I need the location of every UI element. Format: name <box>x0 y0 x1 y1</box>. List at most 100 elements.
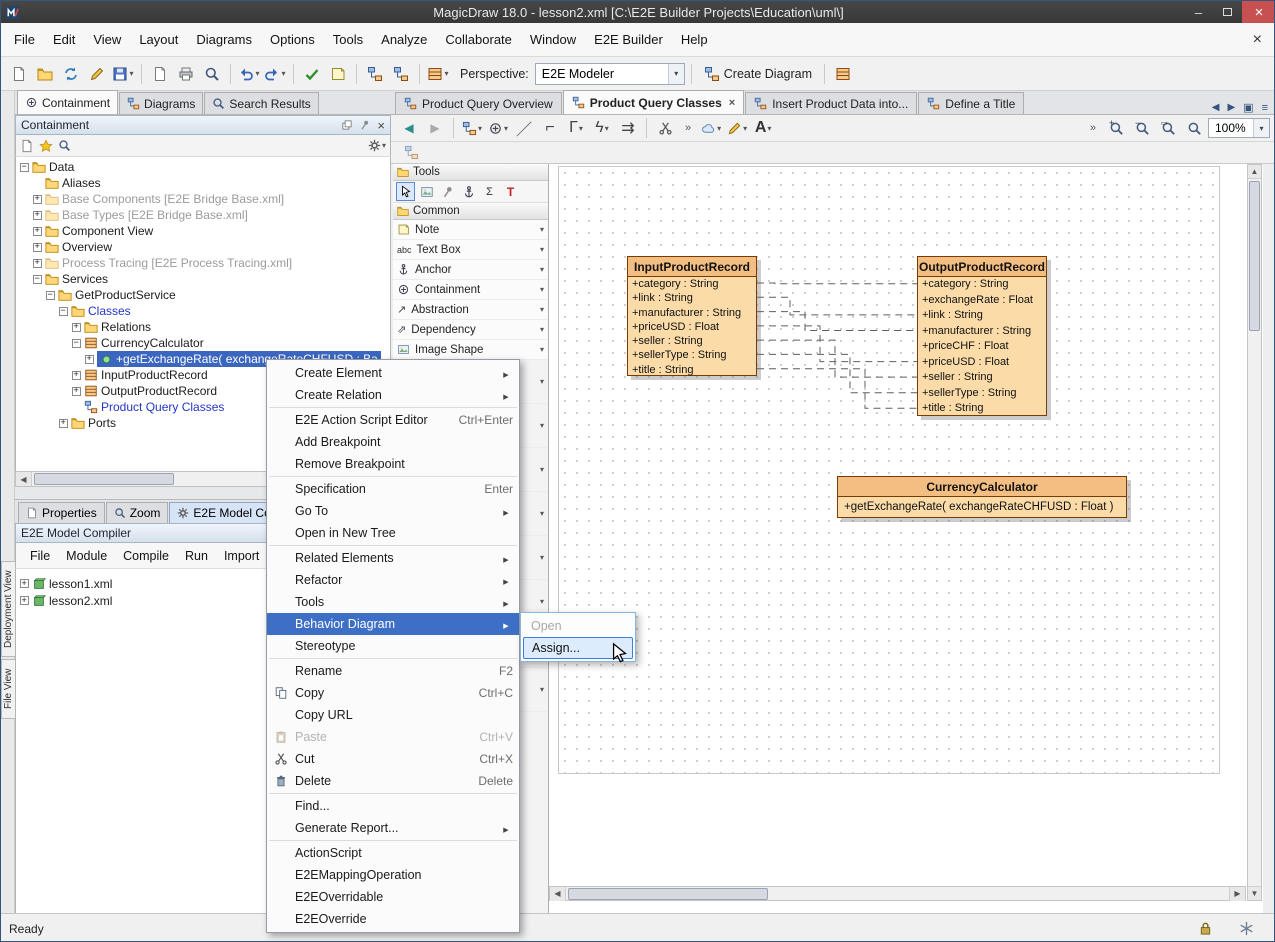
tree-item-aliases[interactable]: Aliases <box>16 175 390 191</box>
menu-item-actionscript[interactable]: ActionScript <box>267 842 519 864</box>
item-dropdown-icon[interactable] <box>540 597 544 606</box>
menu-item-behavior-diagram[interactable]: Behavior Diagram <box>267 613 519 635</box>
diagram-properties-icon[interactable] <box>399 141 423 165</box>
class-attribute[interactable]: +seller : String <box>918 370 1046 386</box>
expander-icon[interactable] <box>33 259 42 268</box>
float-panel-icon[interactable] <box>341 119 353 131</box>
quick-search-icon[interactable] <box>58 139 71 152</box>
menu-edit[interactable]: Edit <box>44 28 84 51</box>
expander-icon[interactable] <box>33 211 42 220</box>
item-dropdown-icon[interactable] <box>540 325 544 334</box>
undo-icon[interactable]: ▾ <box>237 62 261 86</box>
navigate-forward-icon[interactable]: ▶ <box>423 116 447 140</box>
snowflake-icon[interactable] <box>1239 921 1254 936</box>
lock-icon[interactable] <box>1198 921 1213 936</box>
expander-icon[interactable] <box>72 371 81 380</box>
menu-analyze[interactable]: Analyze <box>372 28 436 51</box>
tab-product-query-overview[interactable]: Product Query Overview <box>395 92 562 114</box>
zoom-fit-icon[interactable]: ▭ <box>1156 116 1180 140</box>
item-dropdown-icon[interactable] <box>540 421 544 430</box>
diagram-canvas[interactable]: InputProductRecord +category : String +l… <box>549 164 1263 913</box>
menu-item-cut[interactable]: CutCtrl+X <box>267 748 519 770</box>
menu-item-e2eoverridable[interactable]: E2EOverridable <box>267 886 519 908</box>
tree-item-getproductservice[interactable]: GetProductService <box>16 287 390 303</box>
menu-tools[interactable]: Tools <box>324 28 372 51</box>
class-inputproductrecord[interactable]: InputProductRecord +category : String +l… <box>627 256 757 376</box>
expander-icon[interactable] <box>20 579 29 588</box>
menu-collaborate[interactable]: Collaborate <box>436 28 521 51</box>
menu-item-e2e-action-script-editor[interactable]: E2E Action Script EditorCtrl+Enter <box>267 409 519 431</box>
title-bar[interactable]: MagicDraw 18.0 - lesson2.xml [C:\E2E Bui… <box>1 1 1275 23</box>
toolbar-overflow-icon[interactable]: » <box>685 122 691 134</box>
menu-help[interactable]: Help <box>672 28 717 51</box>
class-attribute[interactable]: +title : String <box>918 401 1046 417</box>
class-attribute[interactable]: +category : String <box>628 277 756 291</box>
canvas-horizontal-scrollbar[interactable]: ◀ ▶ <box>549 886 1246 901</box>
scroll-thumb[interactable] <box>1249 181 1260 331</box>
palette-item-containment[interactable]: Containment <box>393 280 548 300</box>
compiler-menu-compile[interactable]: Compile <box>115 546 177 566</box>
menu-item-rename[interactable]: RenameF2 <box>267 660 519 682</box>
menu-item-refactor[interactable]: Refactor <box>267 569 519 591</box>
class-attribute[interactable]: +link : String <box>628 291 756 305</box>
model-structure-icon[interactable] <box>363 62 387 86</box>
palette-item-image-shape[interactable]: Image Shape <box>393 340 548 360</box>
tree-item-currencycalculator[interactable]: CurrencyCalculator <box>16 335 390 351</box>
menu-item-create-element[interactable]: Create Element <box>267 362 519 384</box>
item-dropdown-icon[interactable] <box>540 245 544 254</box>
print-icon[interactable] <box>174 62 198 86</box>
class-name[interactable]: CurrencyCalculator <box>838 477 1126 497</box>
layers-icon[interactable] <box>831 62 855 86</box>
line-tool-icon[interactable]: ／ <box>512 116 536 140</box>
tab-diagrams[interactable]: Diagrams <box>119 92 203 114</box>
side-tab-deployment-view[interactable]: Deployment View <box>1 561 15 657</box>
tree-item-data[interactable]: Data <box>16 159 390 175</box>
font-tool-icon[interactable]: A▾ <box>751 116 775 140</box>
pin-panel-icon[interactable] <box>359 119 371 131</box>
expander-icon[interactable] <box>46 291 55 300</box>
expander-icon[interactable] <box>33 275 42 284</box>
menu-file[interactable]: File <box>5 28 44 51</box>
close-menubar-icon[interactable] <box>1253 31 1262 49</box>
class-attribute[interactable]: +manufacturer : String <box>918 324 1046 340</box>
zoom-overflow-icon[interactable]: » <box>1090 122 1096 134</box>
close-tab-icon[interactable]: × <box>729 97 735 109</box>
item-dropdown-icon[interactable] <box>540 509 544 518</box>
side-tab-file-view[interactable]: File View <box>1 659 15 719</box>
sum-tool-icon[interactable]: Σ <box>480 182 499 201</box>
previous-tab-icon[interactable]: ◀ <box>1212 102 1220 113</box>
menu-item-go-to[interactable]: Go To <box>267 500 519 522</box>
zoom-in-icon[interactable]: + <box>1104 116 1128 140</box>
tree-item-base-types[interactable]: Base Types [E2E Bridge Base.xml] <box>16 207 390 223</box>
save-project-icon[interactable]: ▾ <box>111 62 135 86</box>
compiler-menu-run[interactable]: Run <box>177 546 216 566</box>
edit-module-icon[interactable] <box>85 62 109 86</box>
item-dropdown-icon[interactable] <box>540 465 544 474</box>
pan-tool-icon[interactable] <box>438 182 457 201</box>
class-attribute[interactable]: +category : String <box>918 277 1046 293</box>
menu-e2e-builder[interactable]: E2E Builder <box>585 28 672 51</box>
add-element-icon[interactable]: ▾ <box>486 116 510 140</box>
tree-item-services[interactable]: Services <box>16 271 390 287</box>
open-project-icon[interactable] <box>33 62 57 86</box>
class-attribute[interactable]: +priceCHF : Float <box>918 339 1046 355</box>
dependency-arrow-icon[interactable]: ⇉ <box>616 116 640 140</box>
palette-item-abstraction[interactable]: ↗Abstraction <box>393 300 548 320</box>
tree-options-icon[interactable] <box>20 139 34 153</box>
zoom-out-icon[interactable]: − <box>1130 116 1154 140</box>
module-structure-icon[interactable] <box>389 62 413 86</box>
compiler-menu-module[interactable]: Module <box>58 546 115 566</box>
tree-item-classes[interactable]: Classes <box>16 303 390 319</box>
menu-item-related-elements[interactable]: Related Elements <box>267 547 519 569</box>
print-preview-icon[interactable] <box>200 62 224 86</box>
corner-line-tool-icon[interactable]: ⌐ <box>538 116 562 140</box>
class-currencycalculator[interactable]: CurrencyCalculator +getExchangeRate( exc… <box>837 476 1127 518</box>
class-name[interactable]: OutputProductRecord <box>918 257 1046 277</box>
item-dropdown-icon[interactable] <box>540 685 544 694</box>
item-dropdown-icon[interactable] <box>540 553 544 562</box>
menu-layout[interactable]: Layout <box>130 28 187 51</box>
notes-icon[interactable] <box>326 62 350 86</box>
next-tab-icon[interactable]: ▶ <box>1227 102 1235 113</box>
palette-item-note[interactable]: Note <box>393 220 548 240</box>
menu-options[interactable]: Options <box>261 28 324 51</box>
